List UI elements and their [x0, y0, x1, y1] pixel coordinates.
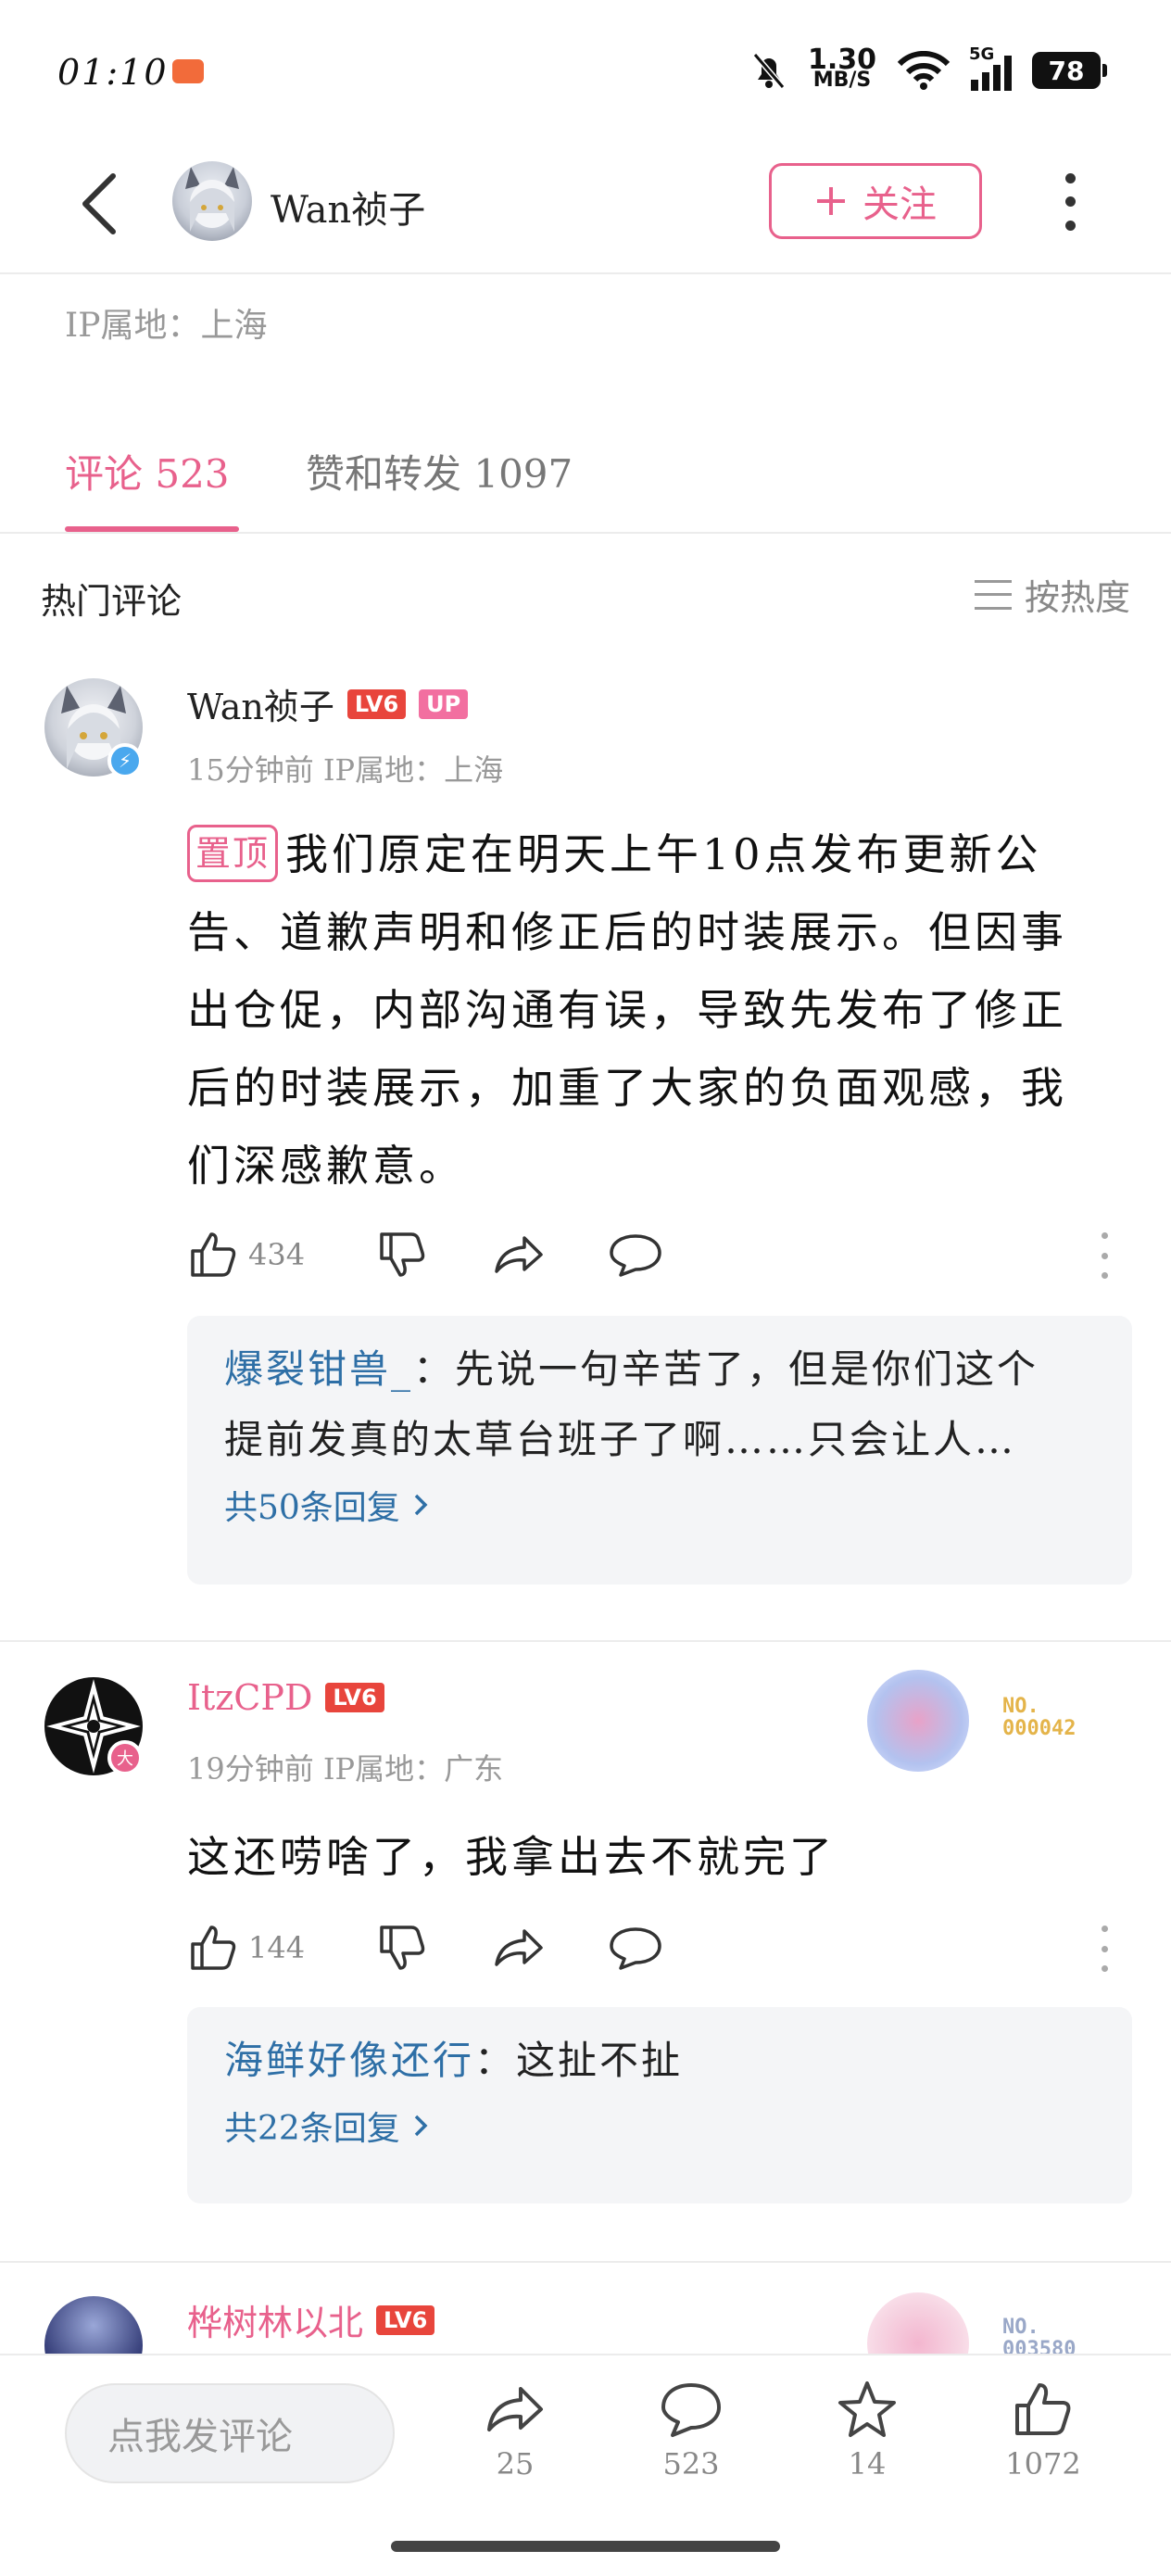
favorite-count: 14 [848, 2446, 887, 2481]
status-time: 01:10 [57, 52, 169, 93]
like-button[interactable]: 434 [187, 1229, 305, 1281]
thumbs-up-icon [1015, 2383, 1071, 2435]
comment-username[interactable]: ItzCPD [187, 1677, 312, 1718]
tab-likes-reposts[interactable]: 赞和转发 1097 [306, 443, 573, 499]
fan-number: NO. 000042 [1002, 1695, 1077, 1740]
star-icon [838, 2381, 896, 2437]
share-count: 25 [496, 2446, 535, 2481]
reply-button[interactable] [608, 1922, 663, 1974]
more-options-button[interactable] [1056, 167, 1084, 237]
reply-preview-line: 爆裂钳兽_：先说一句辛苦了，但是你们这个 [224, 1346, 1039, 1392]
comment-meta: 19分钟前 IP属地：广东 [187, 1751, 504, 1787]
reply-preview-line: 提前发真的太草台班子了啊……只会让人… [224, 1417, 1017, 1462]
level-badge: LV6 [376, 2305, 435, 2335]
reply-username[interactable]: 爆裂钳兽_ [224, 1346, 413, 1392]
comment-username-row: Wan祯子 LV6 UP [187, 678, 469, 729]
net-speed: 1.30 MB/S [807, 44, 876, 92]
follow-button[interactable]: 关注 [769, 163, 982, 239]
share-arrow-icon [495, 1929, 543, 1966]
like-count: 434 [248, 1237, 306, 1272]
share-arrow-icon [495, 1236, 543, 1273]
dislike-button[interactable] [376, 1229, 428, 1281]
share-button[interactable] [491, 1922, 547, 1974]
sort-button[interactable]: 按热度 [974, 569, 1130, 620]
bottom-share-button[interactable]: 25 [450, 2380, 580, 2481]
sort-lines-icon [974, 579, 1012, 610]
verified-lightning-icon: ⚡ [107, 743, 143, 778]
thumbs-down-icon [380, 1926, 425, 1970]
dot-icon [1064, 196, 1076, 208]
share-button[interactable] [491, 1229, 547, 1281]
comment-bubble-icon [610, 1234, 661, 1277]
comment-divider [0, 2261, 1171, 2263]
comment-more-button[interactable] [1099, 1232, 1110, 1279]
share-arrow-icon [487, 2387, 543, 2431]
comment-body: 置顶 我们原定在明天上午10点发布更新公 告、道歉声明和修正后的时装展示。但因事 … [187, 815, 1132, 1205]
comment-count: 523 [662, 2446, 720, 2481]
bottom-like-button[interactable]: 1072 [978, 2380, 1108, 2481]
bottom-favorite-button[interactable]: 14 [802, 2380, 932, 2481]
comment-meta: 15分钟前 IP属地：上海 [187, 752, 504, 788]
avatar-badge: 大 [107, 1740, 143, 1775]
comment-bubble-icon [610, 1927, 661, 1970]
author-name[interactable]: Wan祯子 [271, 180, 425, 234]
comment-username[interactable]: 桦树林以北 [187, 2294, 363, 2345]
wifi-icon [897, 51, 951, 90]
reply-preview[interactable]: 爆裂钳兽_：先说一句辛苦了，但是你们这个 提前发真的太草台班子了啊……只会让人…… [187, 1316, 1132, 1585]
like-count: 1072 [1005, 2446, 1081, 2481]
status-icons: 1.30 MB/S 5G 78 [750, 44, 1107, 96]
hot-comments-title: 热门评论 [41, 581, 183, 622]
dot-icon [1064, 220, 1076, 231]
dot-icon [1064, 173, 1076, 184]
cellular-signal: 5G [969, 44, 1012, 91]
mute-bell-icon [752, 53, 786, 89]
comment-bubble-icon [661, 2383, 721, 2437]
comment-username[interactable]: Wan祯子 [187, 678, 334, 729]
ip-location: IP属地：上海 [65, 307, 268, 345]
reply-preview-line: 海鲜好像还行：这扯不扯 [224, 2038, 684, 2083]
back-button[interactable] [74, 167, 130, 241]
comment-body: 这还唠啥了，我拿出去不就完了 [187, 1832, 836, 1882]
chevron-right-icon [414, 2115, 428, 2137]
comment-username-row: ItzCPD LV6 [187, 1677, 384, 1718]
comment-more-button[interactable] [1099, 1926, 1110, 1972]
follow-label: 关注 [863, 183, 937, 226]
tab-comments[interactable]: 评论 523 [65, 443, 230, 499]
plus-icon [817, 187, 845, 215]
chevron-left-icon [82, 173, 116, 234]
pinned-tag: 置顶 [187, 825, 279, 882]
view-replies-link[interactable]: 共50条回复 [224, 1481, 1095, 1529]
like-button[interactable]: 144 [187, 1922, 305, 1974]
sort-label: 按热度 [1024, 577, 1130, 618]
fan-medal-icon[interactable] [867, 1670, 969, 1772]
author-avatar[interactable] [172, 161, 252, 241]
like-count: 144 [248, 1930, 306, 1965]
battery-indicator: 78 [1032, 52, 1107, 89]
comment-input[interactable]: 点我发评论 [65, 2383, 395, 2483]
reply-username[interactable]: 海鲜好像还行 [224, 2038, 474, 2083]
tabs-divider [0, 532, 1171, 534]
home-indicator[interactable] [391, 2541, 780, 2552]
view-replies-link[interactable]: 共22条回复 [224, 2102, 1095, 2150]
avatar-portrait-icon [185, 167, 239, 232]
game-app-icon [172, 59, 204, 83]
thumbs-up-icon [191, 1926, 236, 1970]
reply-preview[interactable]: 海鲜好像还行：这扯不扯 共22条回复 [187, 2007, 1132, 2203]
thumbs-up-icon [191, 1232, 236, 1277]
level-badge: LV6 [346, 688, 407, 719]
comment-divider [0, 1640, 1171, 1642]
comment-username-row: 桦树林以北 LV6 [187, 2294, 435, 2345]
chevron-right-icon [414, 1494, 428, 1516]
level-badge: LV6 [325, 1683, 384, 1712]
bottom-comment-button[interactable]: 523 [626, 2380, 756, 2481]
reply-button[interactable] [608, 1229, 663, 1281]
header-divider [0, 272, 1171, 274]
up-badge: UP [419, 688, 469, 719]
dislike-button[interactable] [376, 1922, 428, 1974]
thumbs-down-icon [380, 1232, 425, 1277]
